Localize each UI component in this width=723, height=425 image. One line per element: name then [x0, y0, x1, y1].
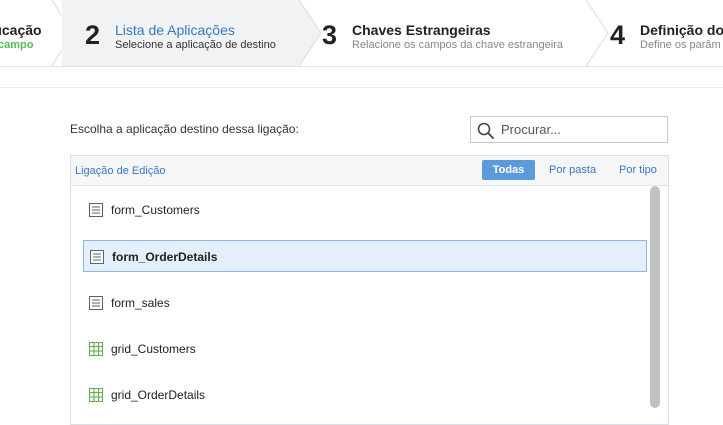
step-4-number: 4 [610, 20, 626, 50]
wizard-step-2[interactable]: 2 Lista de Aplicações Selecione a aplica… [62, 0, 300, 66]
form-icon [90, 250, 104, 264]
search-box[interactable] [470, 116, 668, 143]
list-item-label: grid_OrderDetails [111, 388, 206, 402]
step-1-title: ıcação [0, 22, 42, 38]
filter-all-button[interactable]: Todas [482, 160, 535, 180]
applications-panel: Ligação de Edição Todas Por pasta Por ti… [70, 155, 669, 425]
panel-title: Ligação de Edição [75, 165, 166, 177]
panel-header: Ligação de Edição Todas Por pasta Por ti… [71, 156, 668, 186]
list-scrollbar[interactable] [650, 186, 660, 424]
list-item[interactable]: grid_Customers [83, 333, 647, 365]
grid-icon [89, 342, 103, 356]
list-item-label: form_OrderDetails [112, 250, 218, 264]
step-2-subtitle: Selecione a aplicação de destino [115, 39, 276, 51]
step-separator-chevron-icon [586, 0, 609, 66]
list-item-label: form_Customers [111, 203, 200, 217]
step-3-subtitle: Relacione os campos da chave estrangeira [352, 39, 563, 51]
list-item-label: grid_Customers [111, 342, 196, 356]
form-icon [89, 296, 103, 310]
form-icon [89, 203, 103, 217]
step-4-title: Definição dos [640, 22, 723, 38]
section-divider [0, 87, 723, 88]
filter-by-type-button[interactable]: Por tipo [609, 160, 667, 180]
step-separator-chevron-icon [299, 0, 322, 66]
step-3-title: Chaves Estrangeiras [352, 22, 491, 38]
list-item[interactable]: form_sales [83, 287, 647, 319]
list-item-selected[interactable]: form_OrderDetails [83, 240, 647, 272]
step-1-subtitle: campo [0, 39, 34, 51]
grid-icon [89, 388, 103, 402]
list-item-label: form_sales [111, 296, 170, 310]
list-item[interactable]: grid_OrderDetails [83, 379, 647, 411]
step-2-number: 2 [85, 20, 101, 50]
scrollbar-thumb[interactable] [650, 186, 660, 408]
search-input[interactable] [501, 120, 661, 139]
choose-app-prompt: Escolha a aplicação destino dessa ligaçã… [70, 122, 299, 136]
step-2-title: Lista de Aplicações [115, 22, 235, 38]
list-item[interactable]: form_Customers [83, 194, 647, 226]
step-3-number: 3 [322, 20, 338, 50]
search-icon [477, 122, 494, 139]
filter-by-folder-button[interactable]: Por pasta [539, 160, 606, 180]
step-4-subtitle: Define os parâm [640, 39, 721, 51]
wizard-steps: ıcação campo 2 Lista de Aplicações Selec… [0, 0, 723, 67]
